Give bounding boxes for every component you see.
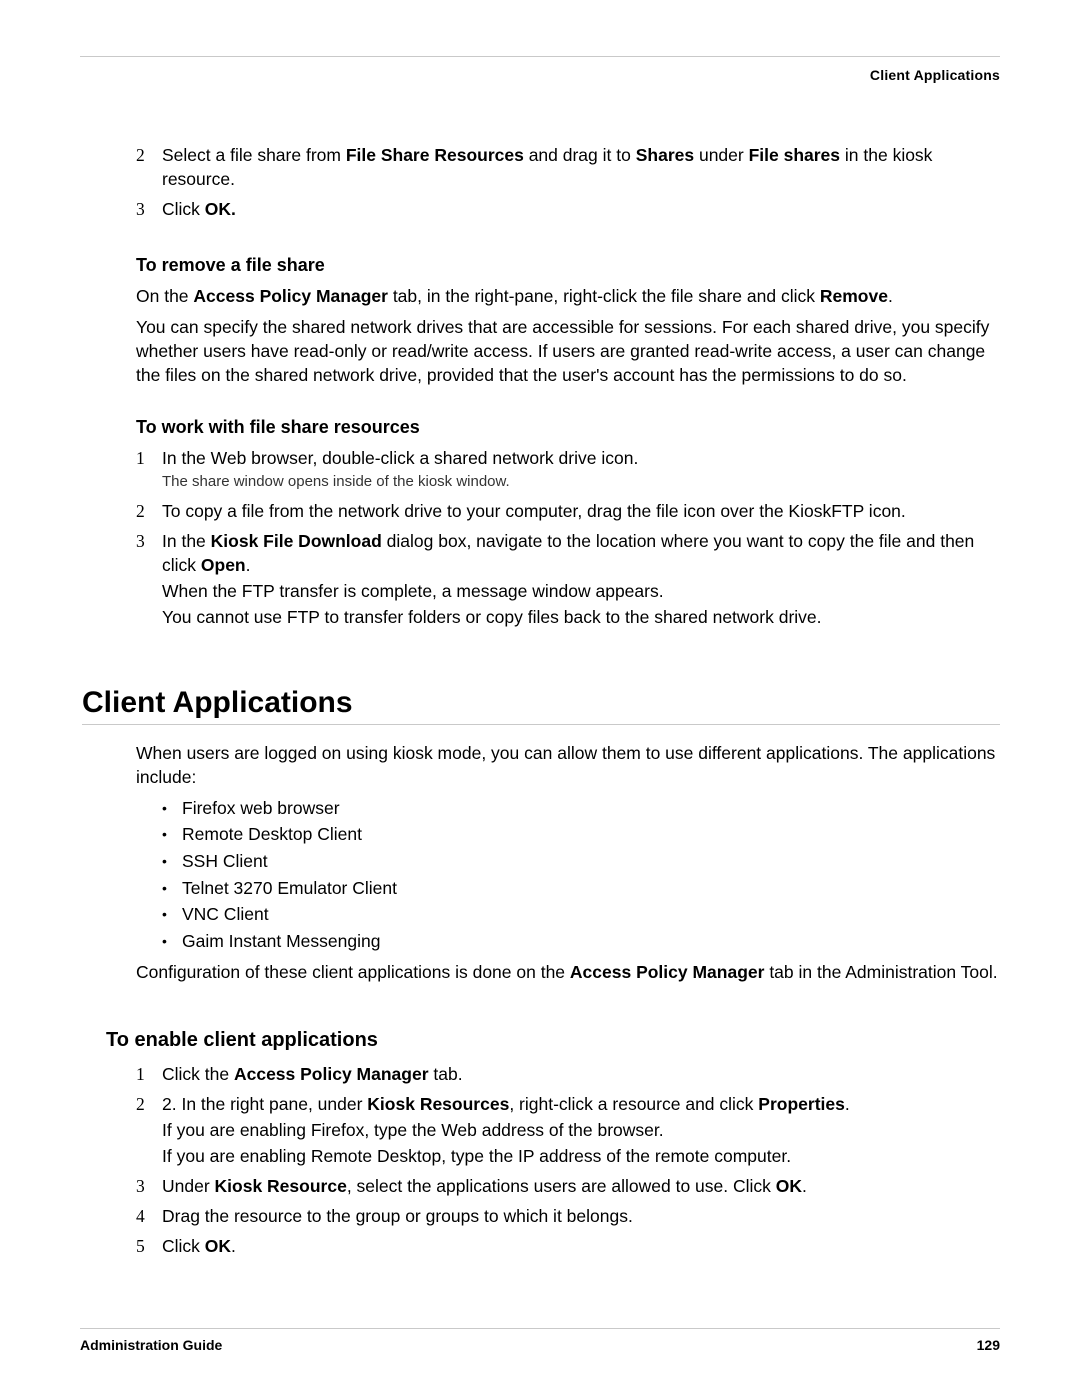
step-followup: You cannot use FTP to transfer folders o… xyxy=(162,605,1000,629)
work-step-item: 1In the Web browser, double-click a shar… xyxy=(136,446,1000,493)
apps-outro: Configuration of these client applicatio… xyxy=(136,960,1000,984)
continued-step-item: 3Click OK. xyxy=(136,197,1000,221)
step-followup: If you are enabling Firefox, type the We… xyxy=(162,1118,1000,1142)
step-text: To copy a file from the network drive to… xyxy=(162,499,1000,523)
apps-list: Firefox web browserRemote Desktop Client… xyxy=(136,795,1000,955)
header-rule xyxy=(80,56,1000,57)
step-number: 1 xyxy=(136,446,162,493)
enable-step-item: 22. In the right pane, under Kiosk Resou… xyxy=(136,1092,1000,1168)
apps-intro: When users are logged on using kiosk mod… xyxy=(136,741,1000,789)
running-header: Client Applications xyxy=(80,67,1000,83)
section-title-client-applications: Client Applications xyxy=(82,686,1000,720)
footer-left: Administration Guide xyxy=(80,1337,222,1353)
step-followup: If you are enabling Remote Desktop, type… xyxy=(162,1144,1000,1168)
step-number: 4 xyxy=(136,1204,162,1228)
enable-steps: 1Click the Access Policy Manager tab.22.… xyxy=(136,1062,1000,1259)
step-number: 3 xyxy=(136,197,162,221)
step-text: 2. In the right pane, under Kiosk Resour… xyxy=(162,1092,1000,1168)
footer-right: 129 xyxy=(977,1337,1000,1353)
apps-list-item: Telnet 3270 Emulator Client xyxy=(136,875,1000,902)
step-text: Click OK. xyxy=(162,1234,1000,1258)
work-step-item: 3In the Kiosk File Download dialog box, … xyxy=(136,529,1000,630)
work-steps: 1In the Web browser, double-click a shar… xyxy=(136,446,1000,630)
footer-rule xyxy=(80,1328,1000,1329)
apps-list-item: VNC Client xyxy=(136,901,1000,928)
step-number: 1 xyxy=(136,1062,162,1086)
enable-step-item: 5Click OK. xyxy=(136,1234,1000,1258)
remove-paragraph-2: You can specify the shared network drive… xyxy=(136,315,1000,387)
step-followup: When the FTP transfer is complete, a mes… xyxy=(162,579,1000,603)
step-number: 3 xyxy=(136,1174,162,1198)
step-number: 5 xyxy=(136,1234,162,1258)
step-text: Drag the resource to the group or groups… xyxy=(162,1204,1000,1228)
step-text: Under Kiosk Resource, select the applica… xyxy=(162,1174,1000,1198)
work-step-item: 2To copy a file from the network drive t… xyxy=(136,499,1000,523)
step-number: 2 xyxy=(136,143,162,191)
section-rule xyxy=(82,724,1000,725)
body-column: 2Select a file share from File Share Res… xyxy=(80,143,1000,1258)
step-text: Click the Access Policy Manager tab. xyxy=(162,1062,1000,1086)
step-text: In the Web browser, double-click a share… xyxy=(162,446,1000,493)
heading-enable-client-apps: To enable client applications xyxy=(106,1029,1000,1052)
enable-step-item: 4Drag the resource to the group or group… xyxy=(136,1204,1000,1228)
step-number: 3 xyxy=(136,529,162,630)
remove-paragraph-1: On the Access Policy Manager tab, in the… xyxy=(136,284,1000,308)
step-note: The share window opens inside of the kio… xyxy=(162,472,1000,493)
apps-list-item: Remote Desktop Client xyxy=(136,821,1000,848)
enable-step-item: 3Under Kiosk Resource, select the applic… xyxy=(136,1174,1000,1198)
continued-steps: 2Select a file share from File Share Res… xyxy=(136,143,1000,221)
step-number: 2 xyxy=(136,1092,162,1168)
heading-remove-file-share: To remove a file share xyxy=(136,255,1000,276)
footer: Administration Guide 129 xyxy=(80,1328,1000,1353)
enable-step-item: 1Click the Access Policy Manager tab. xyxy=(136,1062,1000,1086)
step-text: In the Kiosk File Download dialog box, n… xyxy=(162,529,1000,630)
continued-step-item: 2Select a file share from File Share Res… xyxy=(136,143,1000,191)
apps-list-item: SSH Client xyxy=(136,848,1000,875)
apps-list-item: Firefox web browser xyxy=(136,795,1000,822)
step-number: 2 xyxy=(136,499,162,523)
apps-list-item: Gaim Instant Messenging xyxy=(136,928,1000,955)
heading-work-with-file-share: To work with file share resources xyxy=(136,417,1000,438)
step-text: Select a file share from File Share Reso… xyxy=(162,143,1000,191)
page: Client Applications 2Select a file share… xyxy=(0,0,1080,1397)
step-text: Click OK. xyxy=(162,197,1000,221)
